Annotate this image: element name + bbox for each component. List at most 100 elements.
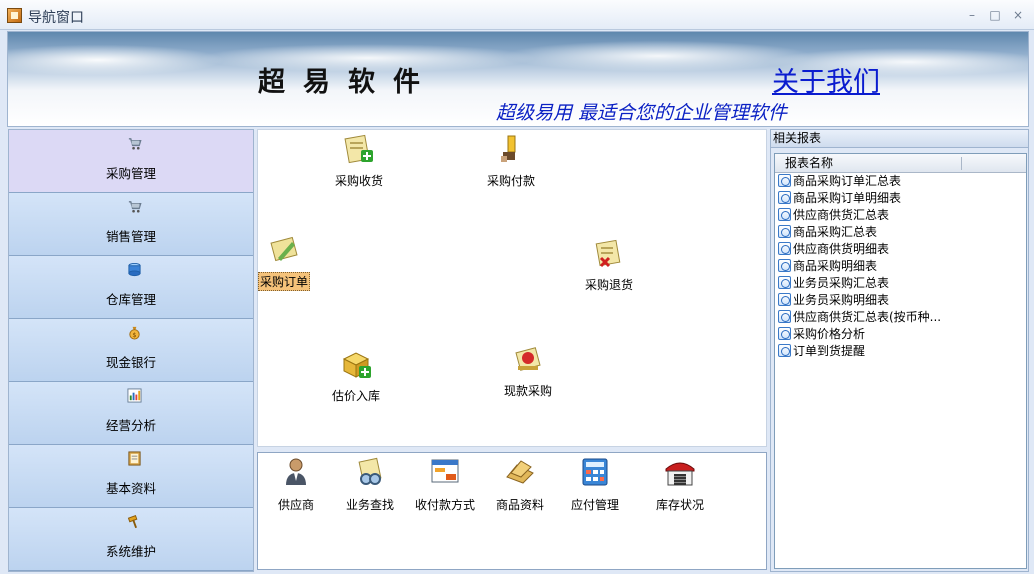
tool-label: 业务查找 [346,498,395,512]
flow-label: 采购订单 [258,272,311,291]
report-item[interactable]: 采购价格分析 [775,326,1025,343]
report-icon [778,327,791,340]
warehouse-building-icon [665,462,695,486]
report-icon [778,276,791,289]
column-separator[interactable] [961,157,962,170]
estimate-stock-in-item[interactable]: 估价入库 [332,349,380,404]
payment-method-button[interactable]: 收付款方式 [415,457,475,513]
cash-purchase-icon [515,347,541,371]
document-search-icon [358,457,382,485]
nav-label: 销售管理 [105,229,156,244]
nav-label: 采购管理 [105,166,156,181]
stock-status-button[interactable]: 库存状况 [656,457,704,513]
report-icon [778,225,791,238]
goods-stack-icon [506,460,534,484]
report-item[interactable]: 供应商供货汇总表 [775,207,1025,224]
maximize-button[interactable]: □ [986,6,1004,24]
report-label: 商品采购明细表 [793,259,878,273]
about-us-link[interactable]: 关于我们 [772,60,880,99]
report-item[interactable]: 商品采购订单汇总表 [775,173,1025,190]
report-item[interactable]: 业务员采购汇总表 [775,275,1025,292]
flow-label: 现款采购 [504,384,553,398]
reports-header: 相关报表 [771,130,1028,148]
nav-label: 经营分析 [105,418,156,433]
report-label: 订单到货提醒 [793,344,866,358]
cash-purchase-item[interactable]: 现款采购 [504,344,552,399]
nav-label: 基本资料 [105,481,156,496]
purchase-return-item[interactable]: 采购退货 [585,238,633,293]
payment-icon [501,135,516,162]
business-query-button[interactable]: 业务查找 [346,457,394,513]
report-icon [778,344,791,357]
flow-label: 采购付款 [487,174,536,188]
purchase-payment-item[interactable]: 采购付款 [487,134,535,189]
report-item[interactable]: 业务员采购明细表 [775,292,1025,309]
report-item[interactable]: 供应商供货汇总表(按币种... [775,309,1025,326]
banner: 超易软件 关于我们 超级易用 最适合您的企业管理软件 [7,31,1029,127]
nav-item-system[interactable]: 系统维护 [9,508,253,571]
cart-icon [128,201,142,213]
purchase-workflow-area: 采购收货 采购付款 采购订单 采购退货 估价入库 现款采购 [257,129,767,447]
flow-label: 估价入库 [332,389,381,403]
cart-icon [128,138,142,150]
window-title: 导航窗口 [28,10,84,26]
title-bar: 导航窗口 – □ × [0,0,1034,30]
nav-label: 系统维护 [105,544,156,559]
purchase-receive-item[interactable]: 采购收货 [335,134,383,189]
report-icon [778,174,791,187]
nav-item-cash-bank[interactable]: $ 现金银行 [9,319,253,382]
order-document-icon [270,236,298,262]
report-label: 采购价格分析 [793,327,866,341]
report-label: 供应商供货汇总表 [793,208,890,222]
supplier-button[interactable]: 供应商 [278,457,314,513]
reports-list: 报表名称 商品采购订单汇总表 商品采购订单明细表 供应商供货汇总表 商品采购汇总… [774,153,1027,569]
column-header-label: 报表名称 [785,156,834,170]
report-icon [778,191,791,204]
quick-access-toolbar: 供应商 业务查找 收付款方式 商品资料 应付管理 库存状况 [257,452,767,570]
nav-label: 现金银行 [105,355,156,370]
person-icon [286,458,306,485]
report-label: 供应商供货汇总表(按币种... [793,310,942,324]
module-nav: 采购管理 销售管理 仓库管理 $ 现金银行 经营分析 基本资料 系统维护 [8,129,254,572]
app-icon [7,8,22,23]
report-icon [778,259,791,272]
column-header[interactable]: 报表名称 [775,154,1026,173]
payables-button[interactable]: 应付管理 [571,457,619,513]
nav-item-purchase[interactable]: 采购管理 [9,130,253,193]
report-icon [778,242,791,255]
nav-item-sales[interactable]: 销售管理 [9,193,253,256]
nav-item-warehouse[interactable]: 仓库管理 [9,256,253,319]
minimize-button[interactable]: – [963,6,981,24]
report-label: 业务员采购汇总表 [793,276,890,290]
calculator-icon [582,458,608,486]
flow-label: 采购退货 [585,278,634,292]
report-label: 商品采购订单汇总表 [793,174,902,188]
close-button[interactable]: × [1009,6,1027,24]
report-label: 供应商供货明细表 [793,242,890,256]
tool-label: 供应商 [278,498,315,512]
warehouse-icon [128,262,141,277]
brand-title: 超易软件 [258,67,438,98]
report-item[interactable]: 订单到货提醒 [775,343,1025,360]
report-label: 业务员采购明细表 [793,293,890,307]
money-bag-icon: $ [129,326,140,340]
slogan: 超级易用 最适合您的企业管理软件 [496,102,788,124]
related-reports-panel: 相关报表 报表名称 商品采购订单汇总表 商品采购订单明细表 供应商供货汇总表 商… [770,129,1029,572]
flow-label: 采购收货 [335,174,384,188]
report-item[interactable]: 商品采购订单明细表 [775,190,1025,207]
report-item[interactable]: 供应商供货明细表 [775,241,1025,258]
nav-label: 仓库管理 [105,292,156,307]
purchase-order-item[interactable]: 采购订单 [258,234,311,291]
payment-window-icon [431,459,459,483]
report-icon [778,293,791,306]
goods-info-button[interactable]: 商品资料 [496,457,544,513]
svg-text:$: $ [132,331,136,339]
report-label: 商品采购汇总表 [793,225,878,239]
report-item[interactable]: 商品采购明细表 [775,258,1025,275]
report-item[interactable]: 商品采购汇总表 [775,224,1025,241]
nav-item-basic-data[interactable]: 基本资料 [9,445,253,508]
receive-document-icon [344,134,373,164]
return-document-icon [595,239,621,268]
report-icon [778,208,791,221]
nav-item-analysis[interactable]: 经营分析 [9,382,253,445]
